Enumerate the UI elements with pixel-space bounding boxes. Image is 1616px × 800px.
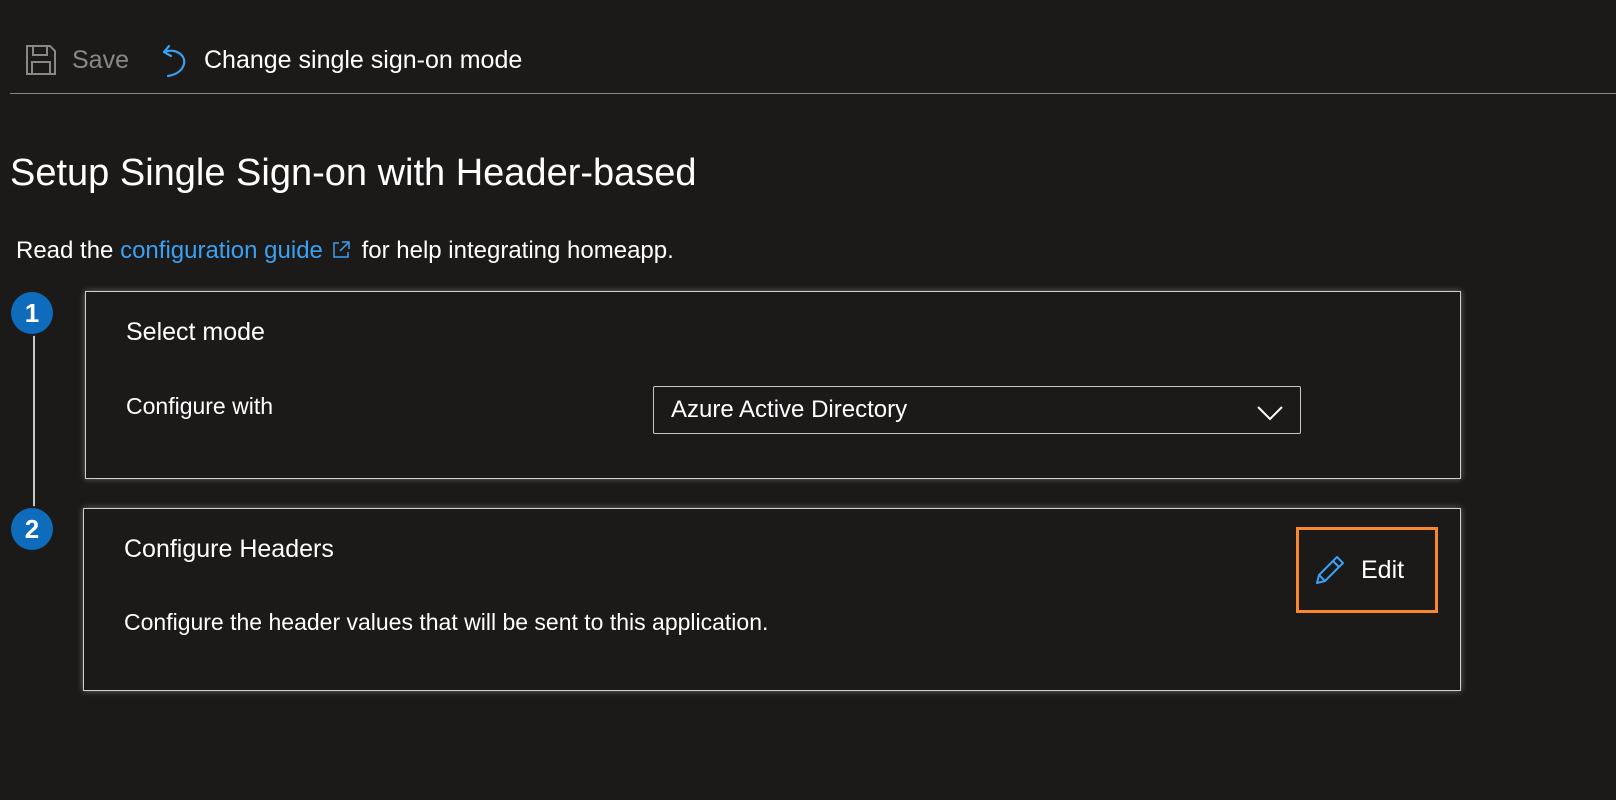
configure-headers-card: Configure Headers Configure the header v… <box>83 508 1461 691</box>
select-mode-title: Select mode <box>126 318 265 346</box>
undo-icon <box>160 42 190 78</box>
configure-headers-title: Configure Headers <box>124 535 334 563</box>
configuration-guide-link[interactable]: configuration guide <box>120 237 355 264</box>
pencil-icon <box>1313 553 1347 587</box>
change-sso-mode-label: Change single sign-on mode <box>204 45 523 74</box>
save-label: Save <box>72 45 129 74</box>
save-button[interactable]: Save <box>24 30 129 90</box>
intro-prefix: Read the <box>16 237 114 264</box>
edit-label: Edit <box>1361 555 1405 584</box>
external-link-icon <box>331 239 351 267</box>
step-connector-line <box>33 334 35 512</box>
configure-with-dropdown[interactable]: Azure Active Directory <box>653 386 1301 434</box>
edit-button[interactable]: Edit <box>1296 527 1438 613</box>
step-badge-1: 1 <box>11 292 53 334</box>
configure-headers-description: Configure the header values that will be… <box>124 609 769 635</box>
chevron-down-icon <box>1256 401 1284 429</box>
step-badge-2: 2 <box>11 508 53 550</box>
select-mode-card: Select mode Configure with Azure Active … <box>85 291 1461 479</box>
page-title: Setup Single Sign-on with Header-based <box>10 152 697 194</box>
save-icon <box>24 43 58 77</box>
intro-text: Read the configuration guide for help in… <box>16 237 674 267</box>
command-bar: Save Change single sign-on mode <box>10 30 1616 94</box>
configure-with-selected-value: Azure Active Directory <box>671 396 908 423</box>
intro-suffix: for help integrating homeapp. <box>361 237 674 264</box>
configuration-guide-link-label: configuration guide <box>120 237 323 264</box>
configure-with-label: Configure with <box>126 393 274 419</box>
change-sso-mode-button[interactable]: Change single sign-on mode <box>160 30 522 90</box>
